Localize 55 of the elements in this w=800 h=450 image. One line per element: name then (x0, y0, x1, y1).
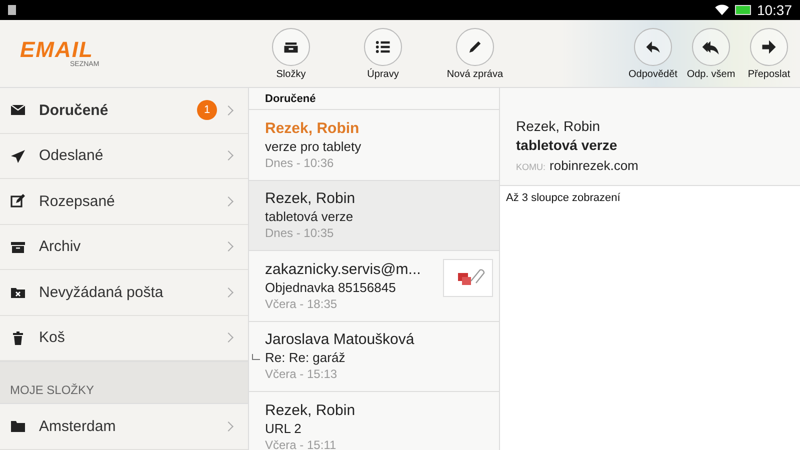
toolbar-button[interactable]: Odpovědět (624, 28, 682, 80)
subject: verze pro tablety (265, 138, 362, 154)
sd-card-icon (8, 5, 16, 15)
toolbar-button[interactable]: Složky (250, 28, 332, 80)
paper-plane-icon (10, 148, 26, 164)
folder-item[interactable]: Amsterdam (0, 404, 248, 450)
section-header: MOJE SLOŽKY (0, 361, 248, 404)
folder-name: Nevyžádaná pošta (39, 284, 164, 301)
toolbar-button[interactable]: Nová zpráva (434, 28, 516, 80)
folder-name: Odeslané (39, 147, 104, 164)
recipient-label: KOMU: (516, 162, 546, 172)
unread-count: 1 (197, 100, 217, 120)
folder-name: Amsterdam (39, 418, 117, 435)
forward-icon (760, 38, 778, 56)
message-time: Včera - 15:11 (265, 438, 338, 450)
subject: Objednavka 85156845 (265, 280, 396, 295)
message-item[interactable]: Rezek, Robin tabletová verze Dnes - 10:35 (249, 180, 499, 251)
folder-item[interactable]: Doručené 1 (0, 88, 248, 134)
message-item[interactable]: Jaroslava Matoušková Re: Re: garáž Včera - 15:13 (249, 322, 499, 392)
recipient: robinrezek.com (550, 158, 638, 173)
message-body: Až 3 sloupce zobrazení (505, 191, 622, 206)
message-item[interactable]: zakaznicky.servis@m... Objednavka 85156845 Včera - 18:35 (249, 251, 499, 322)
folder-icon (10, 418, 26, 434)
folder-item[interactable]: Odeslané (0, 134, 248, 179)
folder-item[interactable]: Nevyžádaná pošta (0, 270, 248, 316)
message-time: Dnes - 10:35 (265, 226, 335, 240)
sender-name: Rezek, Robin (265, 402, 356, 419)
trash-can-icon (10, 330, 26, 346)
clock: 10:37 (756, 2, 792, 18)
sender-name: Rezek, Robin (265, 190, 356, 208)
toolbar-button[interactable]: Úpravy (342, 28, 424, 80)
list-header: Doručené (249, 88, 499, 110)
sender-name: Rezek, Robin (516, 118, 602, 134)
message-time: Dnes - 10:36 (265, 156, 335, 170)
sender-name: Jaroslava Matoušková (265, 331, 416, 348)
subject: tabletová verze (516, 137, 618, 153)
toolbar-button[interactable]: Přeposlat (740, 28, 798, 80)
folder-name: Rozepsané (39, 192, 116, 210)
subject: tabletová verze (265, 209, 354, 224)
folder-name: Koš (39, 329, 66, 346)
message-time: Včera - 15:13 (265, 367, 338, 382)
sender-name: zakaznicky.servis@m... (265, 260, 422, 278)
wifi-icon (714, 4, 729, 16)
message-item[interactable]: Rezek, Robin URL 2 Včera - 15:11 (249, 392, 499, 450)
toolbar-button[interactable]: Odp. všem (682, 28, 740, 80)
folder-name: Doručené (39, 102, 110, 119)
subject: URL 2 (265, 420, 302, 436)
battery-icon (734, 5, 751, 15)
edit-document-icon (10, 193, 26, 210)
message-time: Včera - 18:35 (265, 296, 338, 311)
sender-name: Rezek, Robin (265, 120, 360, 137)
folder-name: Archiv (39, 238, 82, 256)
folder-item[interactable]: Rozepsané (0, 179, 248, 224)
folder-item[interactable]: Archiv (0, 224, 248, 270)
subject: Re: Re: garáž (265, 350, 346, 366)
